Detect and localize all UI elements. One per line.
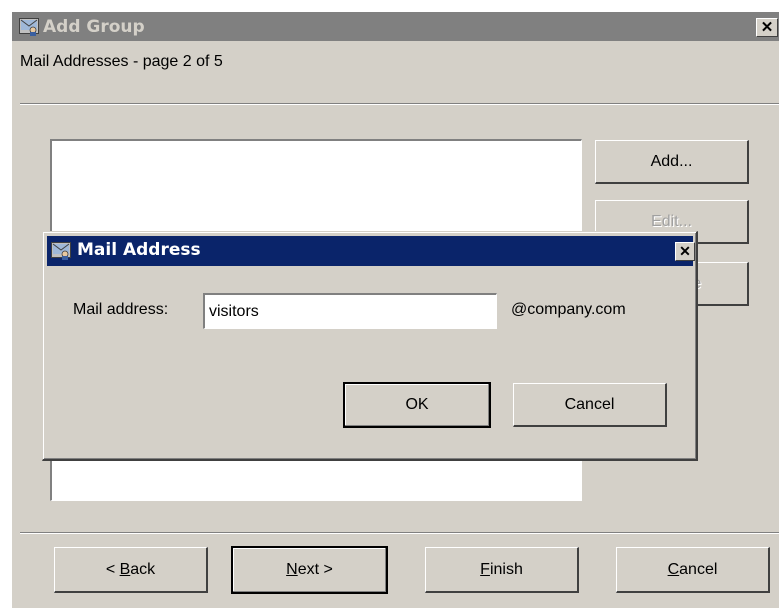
ok-button[interactable]: OK <box>343 382 491 428</box>
domain-suffix: @company.com <box>511 301 626 318</box>
mail-user-icon <box>19 18 39 36</box>
back-label-rest: ack <box>130 560 156 578</box>
close-icon[interactable]: ✕ <box>756 18 778 37</box>
header-divider <box>20 103 779 105</box>
back-prefix: < <box>105 560 120 578</box>
finish-label-rest: inish <box>489 560 523 578</box>
dialog-cancel-button[interactable]: Cancel <box>513 383 667 427</box>
back-button[interactable]: < Back <box>54 547 208 593</box>
dialog-titlebar[interactable]: Mail Address ✕ <box>47 236 695 266</box>
finish-button[interactable]: Finish <box>425 547 579 593</box>
mail-user-icon <box>51 242 71 260</box>
cancel-accesskey: C <box>667 560 680 578</box>
add-group-titlebar[interactable]: Add Group ✕ <box>12 12 779 41</box>
page-subtitle: Mail Addresses - page 2 of 5 <box>20 53 223 70</box>
dialog-title: Mail Address <box>77 240 201 260</box>
cancel-button[interactable]: Cancel <box>616 547 770 593</box>
footer-divider <box>20 532 779 534</box>
next-accesskey: N <box>286 561 298 578</box>
mail-address-input[interactable] <box>203 293 497 329</box>
next-button[interactable]: Next > <box>231 546 388 594</box>
mail-address-label: Mail address: <box>73 301 169 318</box>
finish-accesskey: F <box>480 560 490 578</box>
back-accesskey: B <box>119 560 131 578</box>
cancel-label-rest: ancel <box>679 560 718 578</box>
mail-address-dialog: Mail Address ✕ Mail address: @company.co… <box>42 231 698 461</box>
add-button[interactable]: Add... <box>595 140 749 184</box>
dialog-close-icon[interactable]: ✕ <box>675 242 695 261</box>
window-title: Add Group <box>43 17 145 37</box>
next-label-rest: ext > <box>297 561 333 578</box>
